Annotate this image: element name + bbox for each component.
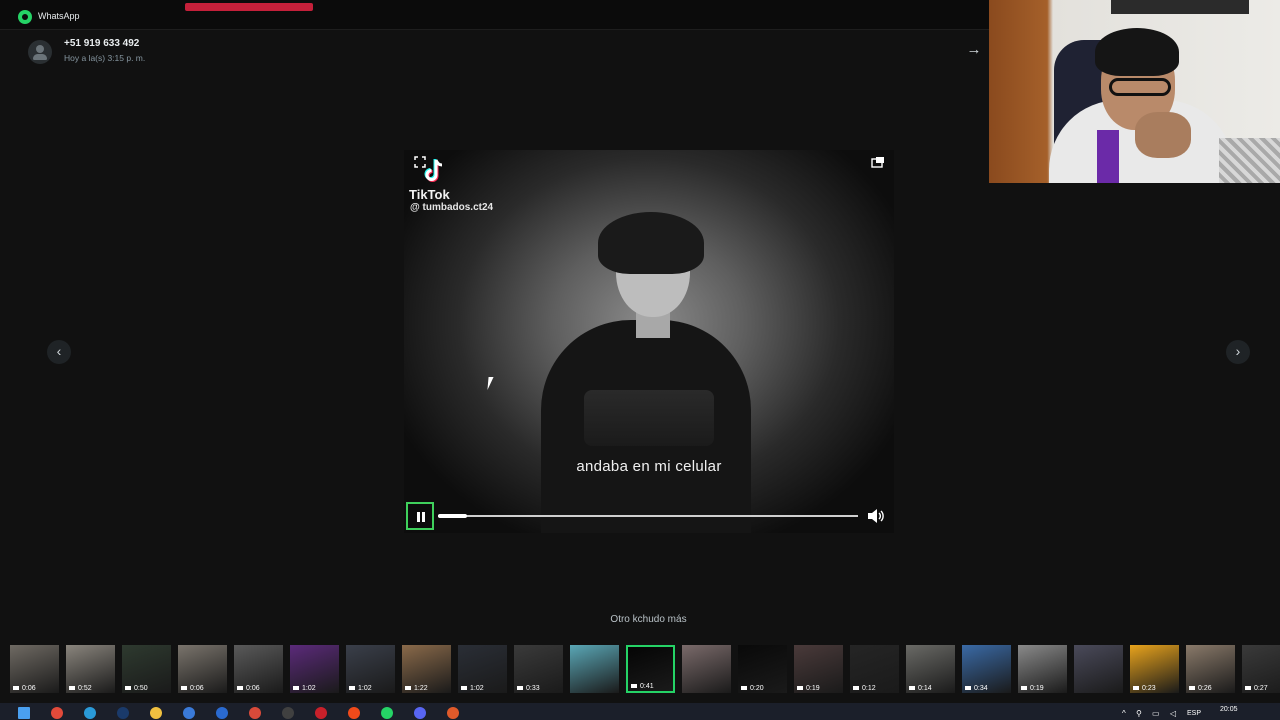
media-thumbnail[interactable]: 0:33	[514, 645, 563, 693]
video-caption: andaba en mi celular	[576, 458, 722, 475]
opera-icon[interactable]	[315, 707, 327, 719]
thumbnail-duration: 0:41	[631, 683, 654, 690]
recording-indicator	[185, 3, 313, 11]
media-thumbnail[interactable]: 1:02	[346, 645, 395, 693]
discord-icon[interactable]	[414, 707, 426, 719]
media-thumbnail[interactable]: 0:50	[122, 645, 171, 693]
video-controls	[404, 502, 894, 532]
microphone	[1097, 130, 1119, 183]
media-caption: Otro kchudo más	[610, 614, 687, 625]
thumbnail-duration: 0:06	[181, 685, 204, 692]
thumbnail-duration: 0:27	[1245, 685, 1268, 692]
streamer-hand	[1135, 112, 1191, 158]
media-thumbnail[interactable]: 0:20	[738, 645, 787, 693]
hoodie-print	[584, 390, 714, 446]
video-subject-hair	[598, 212, 704, 274]
thumbnail-duration: 0:26	[1189, 685, 1212, 692]
streamer-hair	[1095, 28, 1179, 76]
media-thumbnail[interactable]: 0:19	[794, 645, 843, 693]
media-thumbnail[interactable]	[1074, 645, 1123, 693]
thumbnail-duration: 0:06	[13, 685, 36, 692]
message-timestamp: Hoy a la(s) 3:15 p. m.	[64, 53, 146, 63]
contact-name[interactable]: +51 919 633 492	[64, 38, 139, 49]
calendar-icon[interactable]	[249, 707, 261, 719]
media-thumbnail[interactable]: 0:12	[850, 645, 899, 693]
pause-button[interactable]	[406, 502, 434, 530]
mouse-cursor	[487, 377, 499, 390]
thumbnail-duration: 1:22	[405, 685, 428, 692]
tv	[1111, 0, 1249, 14]
volume-icon[interactable]	[866, 508, 886, 524]
app-title: WhatsApp	[38, 11, 80, 21]
photoshop-icon[interactable]	[117, 707, 129, 719]
media-thumbnail[interactable]: 0:26	[1186, 645, 1235, 693]
thumbnail-duration: 0:12	[853, 685, 876, 692]
thumbnail-duration: 0:19	[797, 685, 820, 692]
media-thumbnail[interactable]: 0:14	[906, 645, 955, 693]
windows-start-icon[interactable]	[18, 707, 30, 719]
media-thumbnail[interactable]	[570, 645, 619, 693]
file-explorer-icon[interactable]	[150, 707, 162, 719]
mail-icon[interactable]	[216, 707, 228, 719]
whatsapp-icon	[18, 10, 32, 24]
thumbnail-duration: 0:19	[1021, 685, 1044, 692]
media-thumbnail[interactable]: 0:06	[234, 645, 283, 693]
progress-fill	[438, 514, 468, 518]
thumbnail-duration: 0:20	[741, 685, 764, 692]
tiktok-logo-icon	[424, 159, 443, 182]
previous-media-button[interactable]: ‹	[47, 340, 71, 364]
streamer-glasses	[1109, 78, 1171, 96]
thumbnail-duration: 1:02	[461, 685, 484, 692]
thumbnail-duration: 0:23	[1133, 685, 1156, 692]
brave-icon[interactable]	[348, 707, 360, 719]
thumbnail-duration: 1:02	[349, 685, 372, 692]
windows-taskbar: ^ ⚲ ▭ ◁ ESP 20:05	[0, 703, 1280, 720]
avatar[interactable]	[28, 40, 52, 64]
obs-icon[interactable]	[282, 707, 294, 719]
bed	[1219, 138, 1280, 183]
media-thumbnail[interactable]: 1:02	[458, 645, 507, 693]
thumbnail-duration: 0:33	[517, 685, 540, 692]
media-thumbnail[interactable]: 0:34	[962, 645, 1011, 693]
thumbnail-duration: 0:52	[69, 685, 92, 692]
tiktok-watermark: TikTok	[409, 187, 450, 202]
thumbnail-duration: 0:50	[125, 685, 148, 692]
thumbnail-duration: 0:06	[237, 685, 260, 692]
chrome-icon[interactable]	[51, 707, 63, 719]
thumbnail-duration: 1:02	[293, 685, 316, 692]
media-thumbnail[interactable]: 0:06	[10, 645, 59, 693]
thumbnail-duration: 0:14	[909, 685, 932, 692]
tiktok-handle: @ tumbados.ct24	[410, 202, 494, 213]
video-player[interactable]: TikTok @ tumbados.ct24 andaba en mi celu…	[404, 150, 894, 533]
popout-icon[interactable]	[871, 156, 885, 168]
next-media-button[interactable]: ›	[1226, 340, 1250, 364]
progress-bar[interactable]	[438, 514, 858, 518]
media-thumbnail[interactable]: 1:22	[402, 645, 451, 693]
media-thumbnail-strip: 0:06 0:52 0:50 0:06 0:06 1:02 1:02 1:22 1:02 0:33…	[10, 645, 1280, 693]
media-thumbnail[interactable]: 0:27	[1242, 645, 1280, 693]
whatsapp-taskbar-icon[interactable]	[381, 707, 393, 719]
media-thumbnail[interactable]: 0:19	[1018, 645, 1067, 693]
store-icon[interactable]	[183, 707, 195, 719]
media-thumbnail[interactable]	[682, 645, 731, 693]
media-thumbnail[interactable]: 1:02	[290, 645, 339, 693]
media-player-icon[interactable]	[447, 707, 459, 719]
webcam-overlay	[989, 0, 1280, 183]
language-indicator[interactable]: ESP	[1187, 710, 1201, 717]
media-thumbnail[interactable]: 0:06	[178, 645, 227, 693]
edge-icon[interactable]	[84, 707, 96, 719]
forward-icon[interactable]: →	[966, 42, 982, 58]
title-bar: WhatsApp	[0, 0, 990, 30]
media-thumbnail[interactable]: 0:52	[66, 645, 115, 693]
clock[interactable]: 20:05	[1220, 706, 1238, 713]
media-thumbnail[interactable]: 0:23	[1130, 645, 1179, 693]
media-thumbnail[interactable]: 0:41	[626, 645, 675, 693]
system-tray-icons[interactable]: ^ ⚲ ▭ ◁	[1122, 709, 1180, 718]
thumbnail-duration: 0:34	[965, 685, 988, 692]
